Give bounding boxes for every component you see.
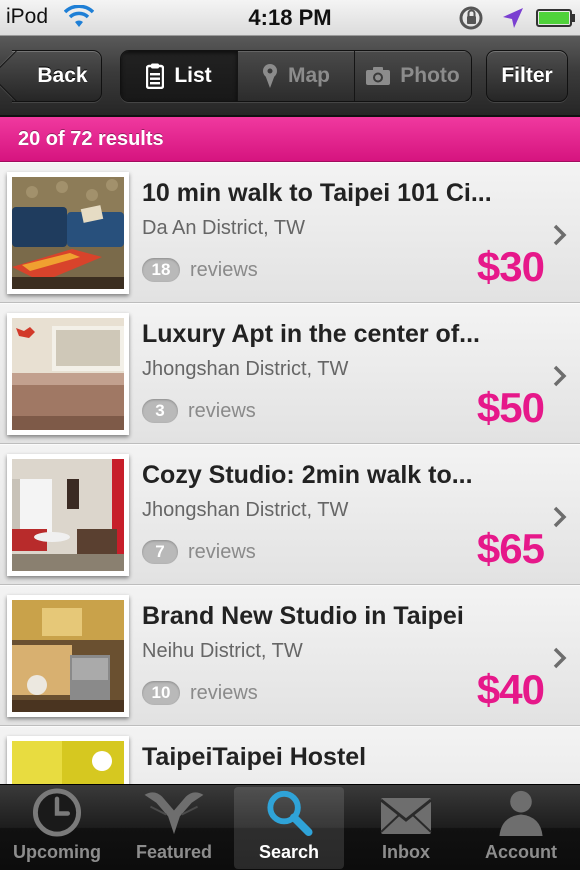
segment-map-label: Map bbox=[288, 64, 330, 87]
listing-location: Jhongshan District, TW bbox=[142, 358, 349, 380]
listing-title: Luxury Apt in the center of... bbox=[142, 320, 480, 348]
chevron-right-icon bbox=[553, 224, 567, 246]
status-bar: iPod 4:18 PM bbox=[0, 0, 580, 36]
listing-row[interactable]: Brand New Studio in Taipei Neihu Distric… bbox=[0, 585, 580, 726]
listing-price: $40 bbox=[476, 666, 545, 713]
tab-featured-label: Featured bbox=[135, 842, 213, 862]
back-arrow-icon bbox=[0, 50, 42, 102]
navigation-bar: Back List Map Photo Filter bbox=[0, 36, 580, 116]
envelope-icon bbox=[380, 798, 432, 834]
search-icon bbox=[267, 790, 313, 837]
tab-search-label: Search bbox=[258, 842, 320, 862]
reviews-label: reviews bbox=[188, 399, 256, 422]
listing-title: 10 min walk to Taipei 101 Ci... bbox=[142, 179, 492, 207]
listing-row[interactable]: TaipeiTaipei Hostel bbox=[0, 726, 580, 784]
listing-reviews: 10 reviews bbox=[142, 681, 258, 705]
tab-inbox-label: Inbox bbox=[382, 842, 430, 862]
reviews-label: reviews bbox=[190, 681, 258, 704]
listing-photo bbox=[7, 172, 129, 294]
listing-price: $30 bbox=[476, 243, 545, 290]
listing-photo-image bbox=[12, 459, 124, 571]
clock-icon bbox=[32, 788, 82, 837]
featured-icon bbox=[144, 792, 204, 835]
listing-price: $50 bbox=[476, 384, 545, 431]
listing-location: Da An District, TW bbox=[142, 217, 305, 239]
review-count-badge: 3 bbox=[142, 399, 178, 423]
review-count-badge: 7 bbox=[142, 540, 178, 564]
listing-photo-image bbox=[12, 741, 124, 784]
listing-location: Jhongshan District, TW bbox=[142, 499, 349, 521]
review-count-badge: 18 bbox=[142, 258, 180, 282]
reviews-label: reviews bbox=[188, 540, 256, 563]
listing-reviews: 7 reviews bbox=[142, 540, 256, 564]
back-button[interactable]: Back bbox=[0, 50, 102, 102]
filter-label: Filter bbox=[501, 64, 553, 87]
segment-list[interactable]: List bbox=[121, 51, 237, 101]
chevron-right-icon bbox=[553, 506, 567, 528]
listing-price: $65 bbox=[476, 525, 545, 572]
view-segmented-control: List Map Photo bbox=[120, 50, 472, 102]
segment-list-label: List bbox=[174, 64, 212, 87]
reviews-label: reviews bbox=[190, 258, 258, 281]
listing-list[interactable]: 10 min walk to Taipei 101 Ci... Da An Di… bbox=[0, 162, 580, 784]
clipboard-list-icon bbox=[146, 63, 165, 89]
tab-featured[interactable]: Featured bbox=[119, 787, 229, 869]
tab-inbox[interactable]: Inbox bbox=[351, 787, 461, 869]
listing-row[interactable]: 10 min walk to Taipei 101 Ci... Da An Di… bbox=[0, 162, 580, 303]
tab-search[interactable]: Search bbox=[234, 787, 344, 869]
listing-title: Cozy Studio: 2min walk to... bbox=[142, 461, 473, 489]
rotation-lock-icon bbox=[459, 6, 483, 30]
camera-icon bbox=[366, 67, 391, 85]
tab-upcoming[interactable]: Upcoming bbox=[2, 787, 112, 869]
listing-title: Brand New Studio in Taipei bbox=[142, 602, 464, 630]
tab-account-label: Account bbox=[485, 842, 557, 862]
listing-photo bbox=[7, 313, 129, 435]
tab-bar: Upcoming Featured Search Inbox Account bbox=[0, 784, 580, 870]
tab-account[interactable]: Account bbox=[466, 787, 576, 869]
segment-photo[interactable]: Photo bbox=[354, 51, 471, 101]
status-time: 4:18 PM bbox=[248, 5, 332, 30]
chevron-right-icon bbox=[553, 647, 567, 669]
listing-row[interactable]: Cozy Studio: 2min walk to... Jhongshan D… bbox=[0, 444, 580, 585]
listing-photo bbox=[7, 736, 129, 784]
listing-photo-image bbox=[12, 177, 124, 289]
listing-photo-image bbox=[12, 318, 124, 430]
listing-location: Neihu District, TW bbox=[142, 640, 303, 662]
back-label: Back bbox=[37, 64, 88, 87]
listing-reviews: 3 reviews bbox=[142, 399, 256, 423]
battery-icon bbox=[536, 9, 575, 27]
map-pin-icon bbox=[263, 64, 277, 88]
location-arrow-icon bbox=[503, 8, 523, 28]
person-icon bbox=[499, 790, 543, 837]
listing-reviews: 18 reviews bbox=[142, 258, 258, 282]
tab-upcoming-label: Upcoming bbox=[13, 842, 101, 862]
review-count-badge: 10 bbox=[142, 681, 180, 705]
results-summary-bar: 20 of 72 results bbox=[0, 117, 580, 162]
listing-photo bbox=[7, 595, 129, 717]
results-count: 20 of 72 results bbox=[18, 127, 164, 150]
listing-row[interactable]: Luxury Apt in the center of... Jhongshan… bbox=[0, 303, 580, 444]
listing-photo-image bbox=[12, 600, 124, 712]
listing-title: TaipeiTaipei Hostel bbox=[142, 743, 367, 771]
listing-photo bbox=[7, 454, 129, 576]
chevron-right-icon bbox=[553, 365, 567, 387]
segment-map[interactable]: Map bbox=[237, 51, 354, 101]
filter-button[interactable]: Filter bbox=[486, 50, 568, 102]
segment-photo-label: Photo bbox=[400, 64, 460, 87]
